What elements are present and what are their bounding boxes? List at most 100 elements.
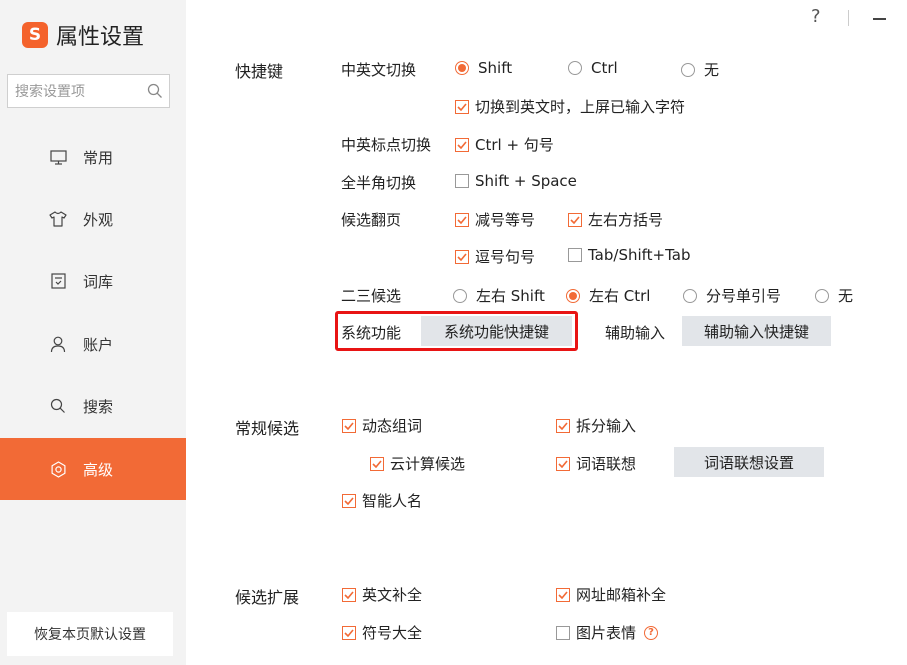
sidebar-item-label: 账户 [83,335,114,354]
sidebar: S 属性设置 搜索设置项 常用 外观 词库 账户 搜索 高级 恢复本页默认设置 [0,0,186,665]
aux-input-shortcut-button[interactable]: 辅助输入快捷键 [682,316,831,346]
radio[interactable] [681,62,695,77]
url-mail-complete-checkbox[interactable]: 网址邮箱补全 [556,584,666,605]
option-label: 符号大全 [362,624,423,642]
cn-en-radio-none[interactable]: 无 [681,59,719,80]
split-input-checkbox[interactable]: 拆分输入 [556,415,636,436]
help-circle-icon[interactable]: ? [644,625,659,640]
section-regular-candidates: 常规候选 [235,419,300,438]
gear-icon [48,459,68,479]
option-label: 云计算候选 [390,455,466,473]
checkbox-checked[interactable] [455,99,469,114]
page-turn-tab-checkbox[interactable]: Tab/Shift+Tab [568,246,691,264]
checkbox-checked[interactable] [568,212,582,227]
aux-input-label: 辅助输入 [605,324,666,342]
option-label: 左右方括号 [588,211,664,229]
second-third-radio-semicolon[interactable]: 分号单引号 [683,285,781,306]
english-complete-checkbox[interactable]: 英文补全 [342,584,422,605]
sidebar-item-common[interactable]: 常用 [0,127,186,187]
checkbox-checked[interactable] [455,249,469,264]
search-input[interactable]: 搜索设置项 [15,81,141,101]
option-label: 词语联想 [576,455,637,473]
sogou-logo-icon: S [22,22,48,48]
dynamic-words-checkbox[interactable]: 动态组词 [342,415,422,436]
cn-en-radio-ctrl[interactable]: Ctrl [568,59,618,77]
brand: S 属性设置 [22,18,144,52]
checkbox[interactable] [556,625,570,640]
checkbox-checked[interactable] [342,493,356,508]
option-label: 减号等号 [475,211,536,229]
minimize-button[interactable] [873,18,886,20]
page-turn-label: 候选翻页 [341,211,402,229]
checkbox-checked[interactable] [370,456,384,471]
radio-selected[interactable] [566,288,580,303]
help-button[interactable]: ? [811,6,821,27]
option-label: 逗号句号 [475,248,536,266]
checkbox-checked[interactable] [455,212,469,227]
checkbox-checked[interactable] [556,587,570,602]
app-title: 属性设置 [56,25,145,50]
word-association-settings-button[interactable]: 词语联想设置 [674,447,824,477]
option-label: Shift + Space [475,172,577,190]
sidebar-item-advanced[interactable]: 高级 [0,438,186,500]
checkbox-checked[interactable] [556,456,570,471]
image-emoji-checkbox[interactable]: 图片表情? [556,622,659,643]
option-label: 无 [704,61,720,79]
option-label: 动态组词 [362,417,423,435]
second-third-radio-none[interactable]: 无 [815,285,853,306]
radio[interactable] [815,288,829,303]
radio-selected[interactable] [455,61,469,75]
width-switch-checkbox[interactable]: Shift + Space [455,172,577,190]
radio[interactable] [683,288,697,303]
width-switch-label: 全半角切换 [341,174,417,192]
sidebar-item-label: 外观 [83,210,114,229]
monitor-icon [48,147,68,167]
checkbox-checked[interactable] [455,137,469,152]
checkbox[interactable] [455,174,469,188]
search-icon [48,396,68,416]
radio[interactable] [453,288,467,303]
sidebar-item-label: 高级 [83,460,114,479]
second-third-radio-ctrl[interactable]: 左右 Ctrl [566,285,650,306]
option-label: 无 [838,287,854,305]
checkbox-checked[interactable] [342,625,356,640]
option-label: 网址邮箱补全 [576,586,667,604]
smart-names-checkbox[interactable]: 智能人名 [342,490,422,511]
page-turn-brackets-checkbox[interactable]: 左右方括号 [568,209,663,230]
sidebar-item-appearance[interactable]: 外观 [0,189,186,249]
checkbox-checked[interactable] [342,418,356,433]
cn-en-radio-shift[interactable]: Shift [455,59,512,77]
page-turn-comma-period-checkbox[interactable]: 逗号句号 [455,246,535,267]
option-label: 左右 Ctrl [589,287,651,305]
commit-on-switch-checkbox[interactable]: 切换到英文时，上屏已输入字符 [455,96,685,117]
sidebar-item-label: 常用 [83,148,114,167]
word-association-checkbox[interactable]: 词语联想 [556,453,636,474]
sidebar-item-dictionary[interactable]: 词库 [0,251,186,311]
system-function-shortcut-button[interactable]: 系统功能快捷键 [421,316,572,346]
option-label: 图片表情 [576,624,637,642]
search-box[interactable]: 搜索设置项 [7,74,170,108]
punct-switch-checkbox[interactable]: Ctrl + 句号 [455,134,554,155]
option-label: 分号单引号 [706,287,782,305]
radio[interactable] [568,61,582,75]
system-function-label: 系统功能 [341,324,402,342]
symbols-checkbox[interactable]: 符号大全 [342,622,422,643]
page-turn-minus-equal-checkbox[interactable]: 减号等号 [455,209,535,230]
option-label: 英文补全 [362,586,423,604]
sidebar-item-account[interactable]: 账户 [0,314,186,374]
book-icon [48,271,68,291]
sidebar-item-label: 词库 [83,272,114,291]
checkbox[interactable] [568,248,582,262]
cloud-candidates-checkbox[interactable]: 云计算候选 [370,453,465,474]
option-label: 智能人名 [362,492,423,510]
option-label: Tab/Shift+Tab [588,246,691,264]
checkbox-checked[interactable] [342,587,356,602]
section-candidate-extension: 候选扩展 [235,588,300,607]
option-label: Ctrl + 句号 [475,136,554,154]
search-icon[interactable] [141,83,169,99]
restore-defaults-button[interactable]: 恢复本页默认设置 [7,612,173,656]
second-third-radio-shift[interactable]: 左右 Shift [453,285,545,306]
option-label: 左右 Shift [476,287,545,305]
checkbox-checked[interactable] [556,418,570,433]
sidebar-item-search[interactable]: 搜索 [0,376,186,436]
